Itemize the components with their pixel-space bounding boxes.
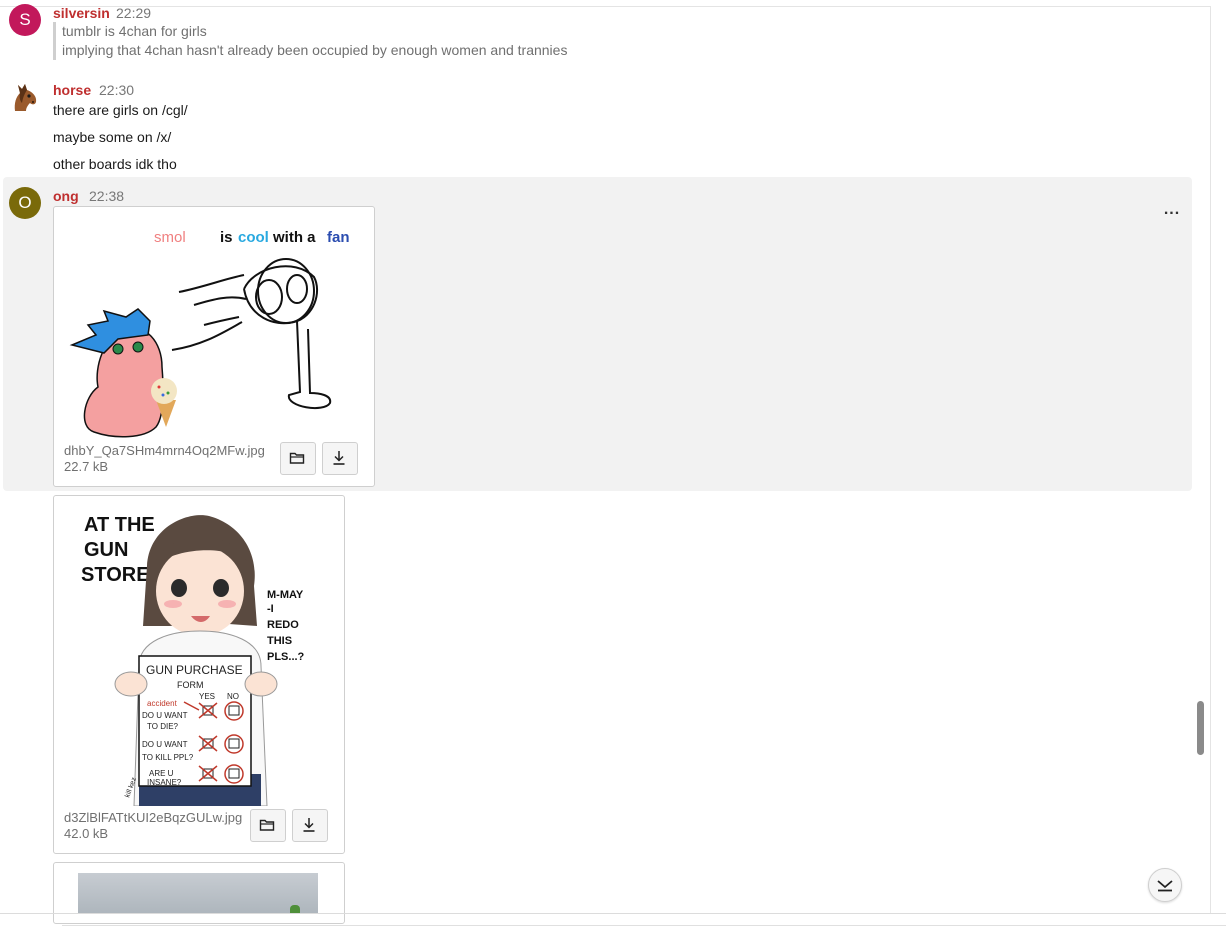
message-timestamp[interactable]: 22:38 — [89, 188, 124, 204]
jump-to-bottom-button[interactable] — [1148, 868, 1182, 902]
avatar-silversin[interactable]: S — [9, 4, 41, 36]
image-word-smol: smol — [154, 229, 186, 246]
attachment-size: 22.7 kB — [64, 459, 109, 474]
horse-icon — [14, 84, 37, 111]
image-form-sub: FORM — [177, 680, 204, 690]
image-attachment: AT THE GUN STORE M-MAY -I REDO THIS PLS.… — [53, 495, 345, 854]
attachment-filename: dhbY_Qa7SHm4mrn4Oq2MFw.jpg — [64, 443, 265, 458]
image-form-q1a: DO U WANT — [142, 711, 188, 720]
image-text-line: STORE — [81, 564, 150, 586]
image-form-q2a: DO U WANT — [142, 740, 188, 749]
image-form-title: GUN PURCHASE — [146, 663, 243, 677]
image-attachment: smol is cool with a fan dhbY_Qa7SHm4mrn4… — [53, 206, 375, 487]
image-detail — [290, 905, 300, 913]
avatar-ong[interactable]: O — [9, 187, 41, 219]
attachment-size: 42.0 kB — [64, 826, 109, 841]
image-text-line: GUN — [84, 539, 128, 561]
open-attachment-button[interactable] — [250, 809, 286, 842]
image-form-q3b: INSANE? — [147, 778, 182, 787]
download-attachment-button[interactable] — [292, 809, 328, 842]
attachment-filename: d3ZlBlFATtKUI2eBqzGULw.jpg — [64, 810, 243, 825]
image-form-no: NO — [227, 692, 239, 701]
timeline-right-border — [1210, 6, 1211, 914]
avatar-letter: O — [18, 193, 32, 212]
timeline-scrollbar-thumb[interactable] — [1197, 701, 1204, 755]
folder-icon — [259, 819, 275, 831]
message-text: other boards idk tho — [53, 156, 177, 172]
message-composer[interactable] — [62, 925, 1226, 926]
image-word-cool: cool — [238, 229, 269, 246]
message-timestamp[interactable]: 22:29 — [116, 5, 151, 21]
message-text: there are girls on /cgl/ — [53, 102, 188, 118]
sender-name-horse[interactable]: horse — [53, 82, 91, 98]
download-icon — [303, 818, 315, 832]
download-icon — [333, 451, 345, 465]
message-quote: tumblr is 4chan for girls implying that … — [53, 22, 567, 60]
jump-to-bottom-icon — [1157, 880, 1173, 892]
attachment-image-partial[interactable] — [78, 873, 318, 913]
image-form-q3a: ARE U — [149, 769, 174, 778]
avatar-horse[interactable] — [9, 81, 41, 113]
image-form-yes: YES — [199, 692, 215, 701]
image-word-with-a: with a — [272, 229, 316, 246]
attachment-image-gun-store[interactable]: AT THE GUN STORE M-MAY -I REDO THIS PLS.… — [79, 506, 321, 806]
image-word-is: is — [220, 229, 233, 246]
composer-top-border — [0, 913, 1226, 914]
image-form-q2b: TO KILL PPL? — [142, 753, 194, 762]
message-options-button[interactable]: ... — [1160, 202, 1184, 223]
avatar-letter: S — [19, 10, 31, 29]
gun-store-comic-image: AT THE GUN STORE M-MAY -I REDO THIS PLS.… — [81, 514, 305, 806]
image-text-line: M-MAY — [267, 589, 304, 601]
image-text-line: THIS — [267, 635, 292, 647]
image-text-line: AT THE — [84, 514, 155, 536]
open-attachment-button[interactable] — [280, 442, 316, 475]
image-form-q1b: TO DIE? — [147, 722, 179, 731]
quote-line: implying that 4chan hasn't already been … — [62, 42, 568, 58]
image-text-line: PLS...? — [267, 651, 305, 663]
quote-line: tumblr is 4chan for girls — [62, 23, 207, 39]
download-attachment-button[interactable] — [322, 442, 358, 475]
image-word-fan: fan — [327, 229, 350, 246]
image-text-line: REDO — [267, 619, 299, 631]
message-timestamp[interactable]: 22:30 — [99, 82, 134, 98]
fan-comic-image: smol is cool with a fan — [69, 229, 350, 438]
folder-icon — [289, 452, 305, 464]
image-text-line: -I — [267, 603, 274, 615]
timeline-top-border — [0, 6, 1210, 7]
attachment-image-fan[interactable]: smol is cool with a fan — [64, 217, 364, 439]
sender-name-silversin[interactable]: silversin — [53, 5, 110, 21]
image-form-accident: accident — [147, 699, 178, 708]
message-text: maybe some on /x/ — [53, 129, 172, 145]
sender-name-ong[interactable]: ong — [53, 188, 79, 204]
image-attachment — [53, 862, 345, 924]
